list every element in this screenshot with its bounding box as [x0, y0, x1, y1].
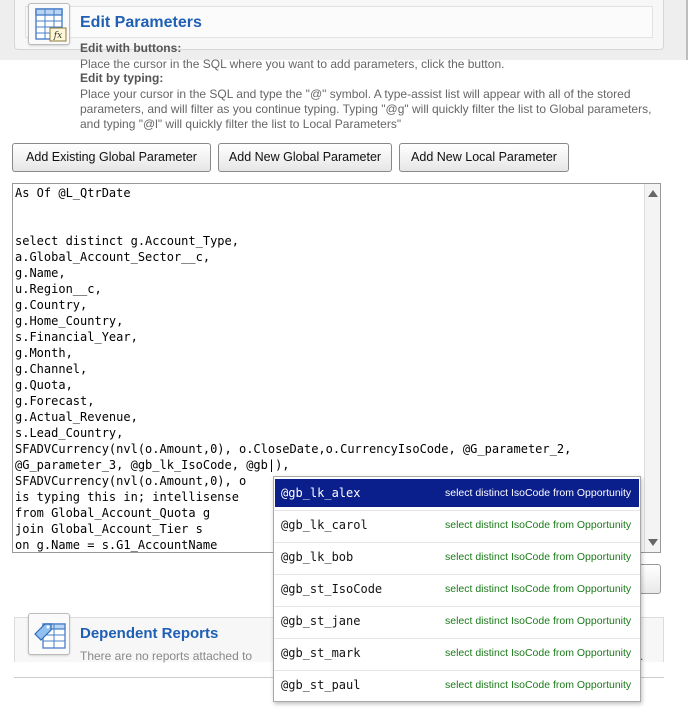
- parameter-name: @gb_lk_alex: [281, 486, 361, 500]
- parameter-description: select distinct IsoCode from Opportunity: [445, 615, 632, 627]
- autocomplete-separator: [274, 510, 640, 511]
- parameter-description: select distinct IsoCode from Opportunity: [445, 487, 632, 499]
- help-typing-text: Place your cursor in the SQL and type th…: [80, 87, 652, 131]
- help-typing-heading: Edit by typing:: [80, 71, 164, 85]
- autocomplete-separator: [274, 542, 640, 543]
- parameter-name: @gb_st_paul: [281, 678, 361, 692]
- parameter-description: select distinct IsoCode from Opportunity: [445, 583, 632, 595]
- autocomplete-item[interactable]: @gb_st_jane select distinct IsoCode from …: [275, 607, 639, 635]
- parameter-description: select distinct IsoCode from Opportunity: [445, 551, 632, 563]
- parameter-name: @gb_st_jane: [281, 614, 361, 628]
- dependent-reports-text: There are no reports attached to: [80, 649, 253, 663]
- autocomplete-item[interactable]: @gb_lk_bob select distinct IsoCode from O…: [275, 543, 639, 571]
- add-new-global-parameter-button[interactable]: Add New Global Parameter: [218, 143, 392, 172]
- autocomplete-separator: [274, 670, 640, 671]
- page-title: Edit Parameters: [80, 14, 202, 31]
- add-existing-global-parameter-button[interactable]: Add Existing Global Parameter: [12, 143, 211, 172]
- svg-text:fx: fx: [53, 31, 62, 41]
- dependent-reports-title: Dependent Reports: [80, 625, 219, 642]
- parameter-name: @gb_lk_carol: [281, 518, 368, 532]
- editor-scrollbar[interactable]: [644, 184, 660, 552]
- add-new-local-parameter-button[interactable]: Add New Local Parameter: [399, 143, 569, 172]
- autocomplete-list[interactable]: @gb_lk_alexselect distinct IsoCode from …: [273, 476, 641, 702]
- autocomplete-item[interactable]: @gb_st_IsoCode select distinct IsoCode fr…: [275, 575, 639, 603]
- table-function-icon: fx: [28, 3, 70, 45]
- help-buttons-text: Place the cursor in the SQL where you wa…: [80, 57, 505, 71]
- autocomplete-item[interactable]: @gb_lk_carol select distinct IsoCode from…: [275, 511, 639, 539]
- parameter-name: @gb_lk_bob: [281, 550, 354, 564]
- autocomplete-item[interactable]: @gb_st_mark select distinct IsoCode from …: [275, 639, 639, 667]
- parameter-description: select distinct IsoCode from Opportunity: [445, 647, 632, 659]
- autocomplete-item[interactable]: @gb_st_paul select distinct IsoCode from …: [275, 671, 639, 699]
- autocomplete-separator: [274, 638, 640, 639]
- autocomplete-separator: [274, 574, 640, 575]
- help-buttons-heading: Edit with buttons:: [80, 41, 182, 55]
- autocomplete-separator: [274, 606, 640, 607]
- parameter-name: @gb_st_mark: [281, 646, 361, 660]
- autocomplete-item[interactable]: @gb_lk_alex select distinct IsoCode from …: [275, 479, 639, 507]
- scroll-up-icon[interactable]: [648, 190, 658, 197]
- parameter-name: @gb_st_IsoCode: [281, 582, 383, 596]
- tag-table-icon: [28, 613, 70, 655]
- scroll-down-icon[interactable]: [648, 539, 658, 546]
- window-edge: [686, 0, 691, 60]
- parameter-description: select distinct IsoCode from Opportunity: [445, 519, 632, 531]
- parameter-description: select distinct IsoCode from Opportunity: [445, 679, 632, 691]
